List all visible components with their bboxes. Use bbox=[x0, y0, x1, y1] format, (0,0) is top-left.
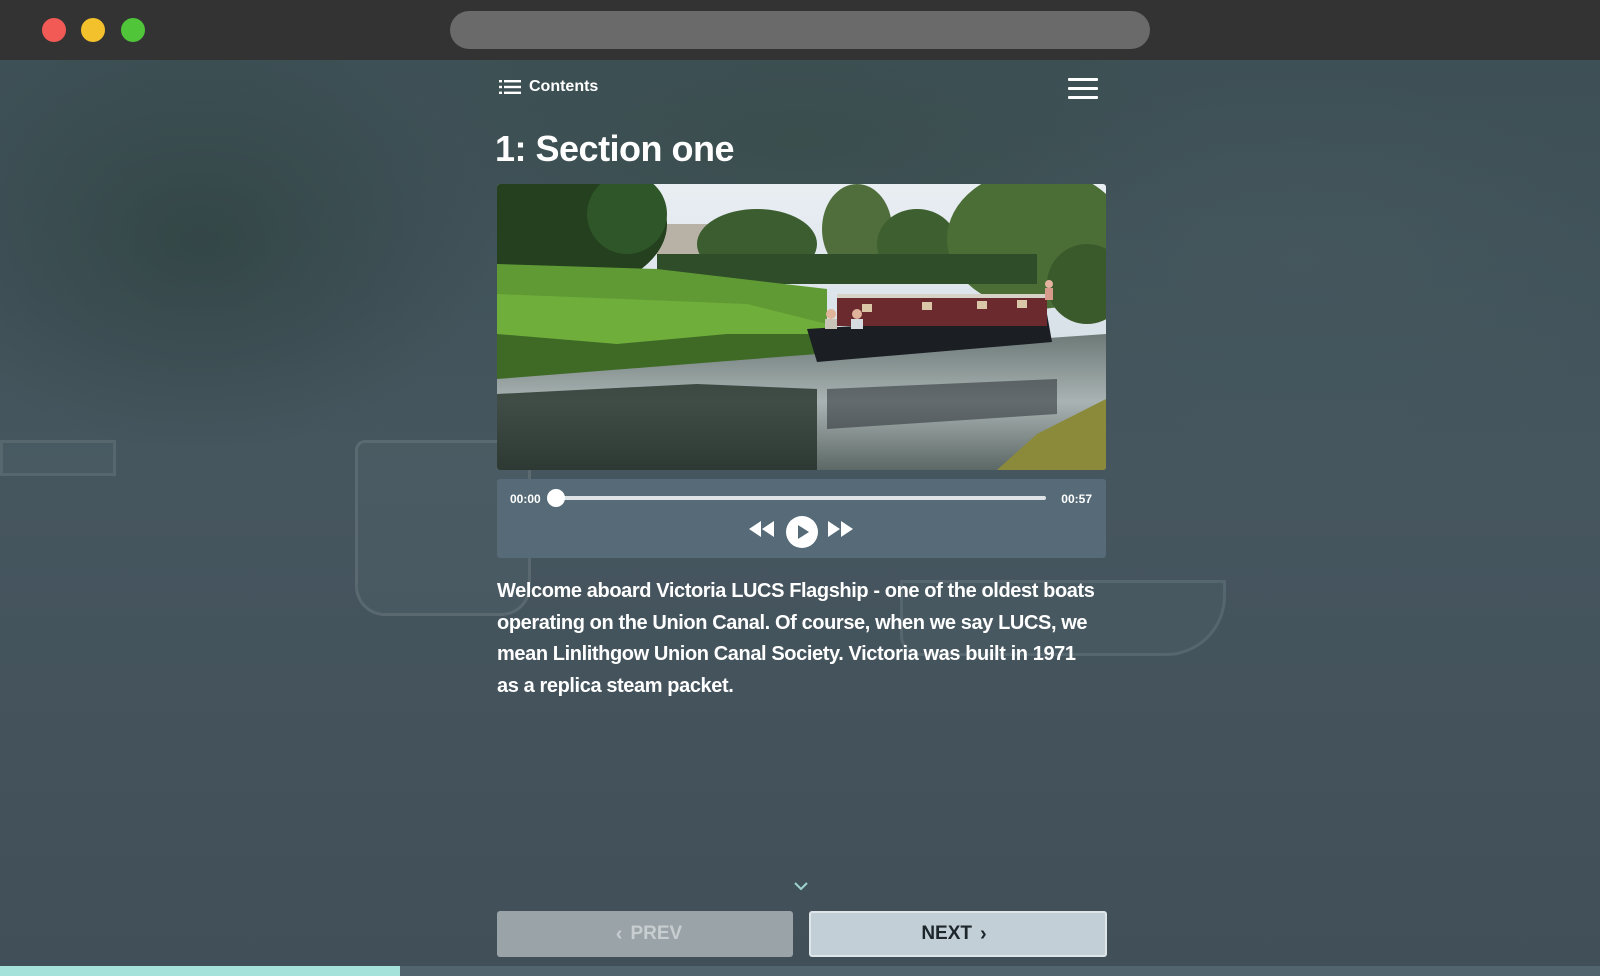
next-button[interactable]: NEXT › bbox=[809, 911, 1107, 957]
maximize-window-button[interactable] bbox=[121, 18, 145, 42]
prev-button[interactable]: ‹ PREV bbox=[497, 911, 793, 957]
chevron-right-icon: › bbox=[980, 922, 987, 945]
section-description: Welcome aboard Victoria LUCS Flagship - … bbox=[497, 580, 1095, 697]
contents-label: Contents bbox=[529, 78, 599, 95]
minimize-window-button[interactable] bbox=[81, 18, 105, 42]
hamburger-menu-icon[interactable] bbox=[1068, 78, 1098, 100]
rewind-icon[interactable] bbox=[749, 521, 775, 537]
page-title: 1: Section one bbox=[495, 128, 735, 169]
fast-forward-icon[interactable] bbox=[827, 521, 853, 537]
seek-thumb[interactable] bbox=[547, 489, 565, 507]
prev-label: PREV bbox=[630, 923, 683, 944]
duration-time: 00:57 bbox=[1061, 492, 1092, 506]
list-icon bbox=[499, 80, 521, 94]
current-time: 00:00 bbox=[510, 492, 541, 506]
address-bar[interactable] bbox=[450, 11, 1150, 49]
video-frame[interactable] bbox=[497, 184, 1106, 470]
audio-player: 00:00 00:57 bbox=[497, 479, 1106, 558]
close-window-button[interactable] bbox=[42, 18, 66, 42]
browser-titlebar bbox=[0, 0, 1600, 60]
play-icon[interactable] bbox=[786, 516, 818, 548]
background-boat-roof bbox=[0, 440, 116, 476]
contents-link[interactable]: Contents bbox=[499, 78, 598, 96]
canal-boat-image bbox=[497, 184, 1106, 470]
page-progress-fill bbox=[0, 966, 400, 976]
chevron-left-icon: ‹ bbox=[615, 922, 623, 945]
next-label: NEXT bbox=[921, 923, 972, 944]
chevron-down-icon[interactable] bbox=[794, 882, 808, 891]
seek-bar[interactable] bbox=[555, 496, 1046, 500]
page-progress-bar bbox=[0, 966, 1600, 976]
